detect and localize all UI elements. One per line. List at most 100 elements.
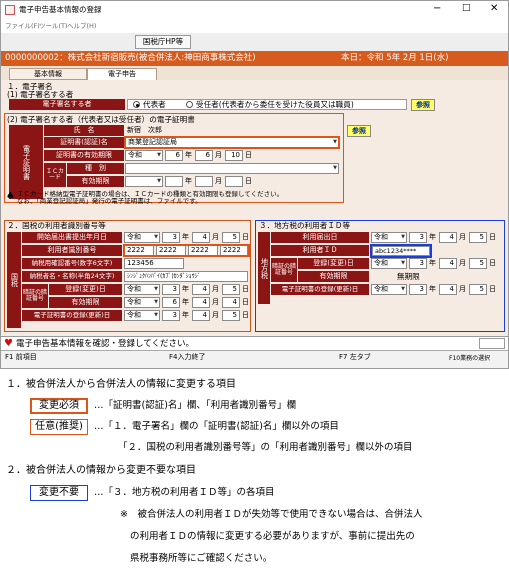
ic-year[interactable] [165,176,183,187]
user-id-label: 利用者識別番号 [22,245,122,256]
nta-hp-button[interactable]: 国税庁HP等 [135,35,191,49]
tab-basic-info[interactable]: 基本情報 [9,68,87,80]
cert-reg-year[interactable]: 3 [162,310,180,321]
local-reg-year[interactable]: 3 [409,258,427,269]
ic-day-unit: 日 [245,177,252,185]
reg-year-unit: 年 [182,285,189,293]
cert-reg-month-unit: 月 [212,311,219,319]
menu-file[interactable]: ファイル(F) [5,23,40,30]
confirm-no-input[interactable]: 123456 [124,258,184,269]
reg-era[interactable]: 令和 [124,284,160,295]
note-line-1: ※ 被合併法人の利用者ＩＤが失効等で使用できない場合は、合併法人 [120,509,423,520]
reg-day[interactable]: 5 [222,284,240,295]
reference-button-2[interactable]: 参照 [347,125,371,137]
note-line-3: 県税事務所等にご確認ください。 [130,553,273,564]
desc-heading-2: ２．被合併法人の情報から変更不要な項目 [6,465,196,476]
local-reg-month[interactable]: 4 [439,258,457,269]
start-month[interactable]: 4 [192,232,210,243]
close-icon[interactable]: ✕ [490,4,498,14]
local-exp-value: 無期限 [397,272,420,281]
use-year-unit: 年 [429,233,436,241]
start-year[interactable]: 3 [162,232,180,243]
exp-year[interactable]: 6 [162,297,180,308]
section1-sub1: (1) 電子署名する者 [7,90,74,99]
local-reg-day-unit: 日 [489,259,496,267]
exp-month[interactable]: 4 [192,297,210,308]
pin-group-label: 暗証の暗証番号 [22,284,48,308]
cert-reg-year-unit: 年 [182,311,189,319]
local-reg-era[interactable]: 令和 [371,258,407,269]
local-cert-reg-label: 電子証明書の登録(更新)日 [271,284,369,295]
ic-day[interactable] [225,176,243,187]
ic-kind-label: 種 別 [67,163,124,174]
f4-key[interactable]: F4入力終了 [169,354,205,361]
local-reg-year-unit: 年 [429,259,436,267]
use-month-unit: 月 [459,233,466,241]
start-era[interactable]: 令和 [124,232,160,243]
reg-date-label: 登録(変更)日 [49,284,122,295]
reg-year[interactable]: 3 [162,284,180,295]
name-label: 氏 名 [44,125,124,136]
local-cert-day[interactable]: 5 [469,284,487,295]
cert-reg-era[interactable]: 令和 [124,310,160,321]
valid-day-unit: 日 [245,151,252,159]
section1-sub2: (2) 電子署名する者（代表者又は受任者）の電子証明書 [7,115,195,124]
cert-vlabel: 電子証明書 [9,125,43,199]
valid-year[interactable]: 6 [165,150,183,161]
maximize-icon[interactable]: □ [462,4,471,13]
exp-day[interactable]: 4 [222,297,240,308]
local-user-id-label: 利用者ＩＤ [271,245,369,256]
radio-representative[interactable] [133,101,140,108]
form-content: １．電子署名 (1) 電子署名する者 電子署名する者 代表者 受任者(代表者から… [1,80,508,336]
local-cert-year[interactable]: 3 [409,284,427,295]
tab-e-filing[interactable]: 電子申告 [87,68,157,80]
local-exp-label: 有効期限 [298,271,369,282]
radio-proxy[interactable] [186,101,193,108]
local-tax-vlabel: 地方税 [258,232,270,304]
use-era[interactable]: 令和 [371,232,407,243]
toolbar: 国税庁HP等 [1,33,508,51]
cert-valid-label: 証明書の有効期限 [44,150,124,161]
cert-reg-label: 電子証明書の登録(更新)日 [22,310,122,321]
ic-card-label: ＩＣカード [44,163,66,187]
valid-day[interactable]: 10 [225,150,243,161]
cert-reg-month[interactable]: 4 [192,310,210,321]
menu-tools[interactable]: ツール(T) [39,23,68,30]
f7-key[interactable]: F7 左タブ [339,354,371,361]
local-reg-day[interactable]: 5 [469,258,487,269]
ic-month[interactable] [195,176,213,187]
ic-kind-select[interactable] [125,163,339,174]
tag-change-required: 変更必須 [30,398,88,414]
heart-icon: ♥ [4,338,13,349]
local-cert-month[interactable]: 4 [439,284,457,295]
valid-era-select[interactable]: 令和 [125,150,163,161]
required-highlight-userid [123,244,250,257]
minimize-icon[interactable]: − [433,4,441,14]
start-month-unit: 月 [212,233,219,241]
reference-button-1[interactable]: 参照 [411,99,435,111]
use-year[interactable]: 3 [409,232,427,243]
local-cert-era[interactable]: 令和 [371,284,407,295]
valid-month[interactable]: 6 [195,150,213,161]
start-date-label: 開始届出書提出年月日 [22,232,122,243]
start-day[interactable]: 5 [222,232,240,243]
exp-era[interactable]: 令和 [124,297,160,308]
note-line-2: の利用者ＩＤの情報に変更する必要がありますが、事前に提出先の [130,531,415,542]
section3-title: ３．地方税の利用者ＩＤ等 [259,221,351,230]
ic-era-select[interactable] [125,176,163,187]
use-month[interactable]: 4 [439,232,457,243]
local-pin-group-label: 暗証の暗証番号 [271,258,297,282]
signer-label: 電子署名する者 [9,99,125,110]
taxpayer-name-input[interactable]: ｼﾝｼﾞｭｸﾊﾝﾊﾞｲ(ｶﾌﾞ)ｶﾝﾀﾞｼｮｳｼﾞ [124,271,248,282]
reg-month[interactable]: 4 [192,284,210,295]
window-title: 電子申告基本情報の登録 [19,5,102,14]
f10-key[interactable]: F10業務の選択 [449,356,490,362]
ic-note-2: なお、「商業登記認証局」発行の電子証明書は、ファイルです。 [17,197,202,205]
cert-reg-day[interactable]: 5 [222,310,240,321]
use-day[interactable]: 5 [469,232,487,243]
desc-heading-1: １．被合併法人から合併法人の情報に変更する項目 [6,379,236,390]
menu-help[interactable]: ヘルプ(H) [67,23,96,30]
f1-key[interactable]: F1 前項目 [5,354,37,361]
company-name: 0000000002：株式会社新宿販売(被合併法人:神田商事株式会社) [5,53,256,63]
use-date-label: 利用届出日 [271,232,369,243]
